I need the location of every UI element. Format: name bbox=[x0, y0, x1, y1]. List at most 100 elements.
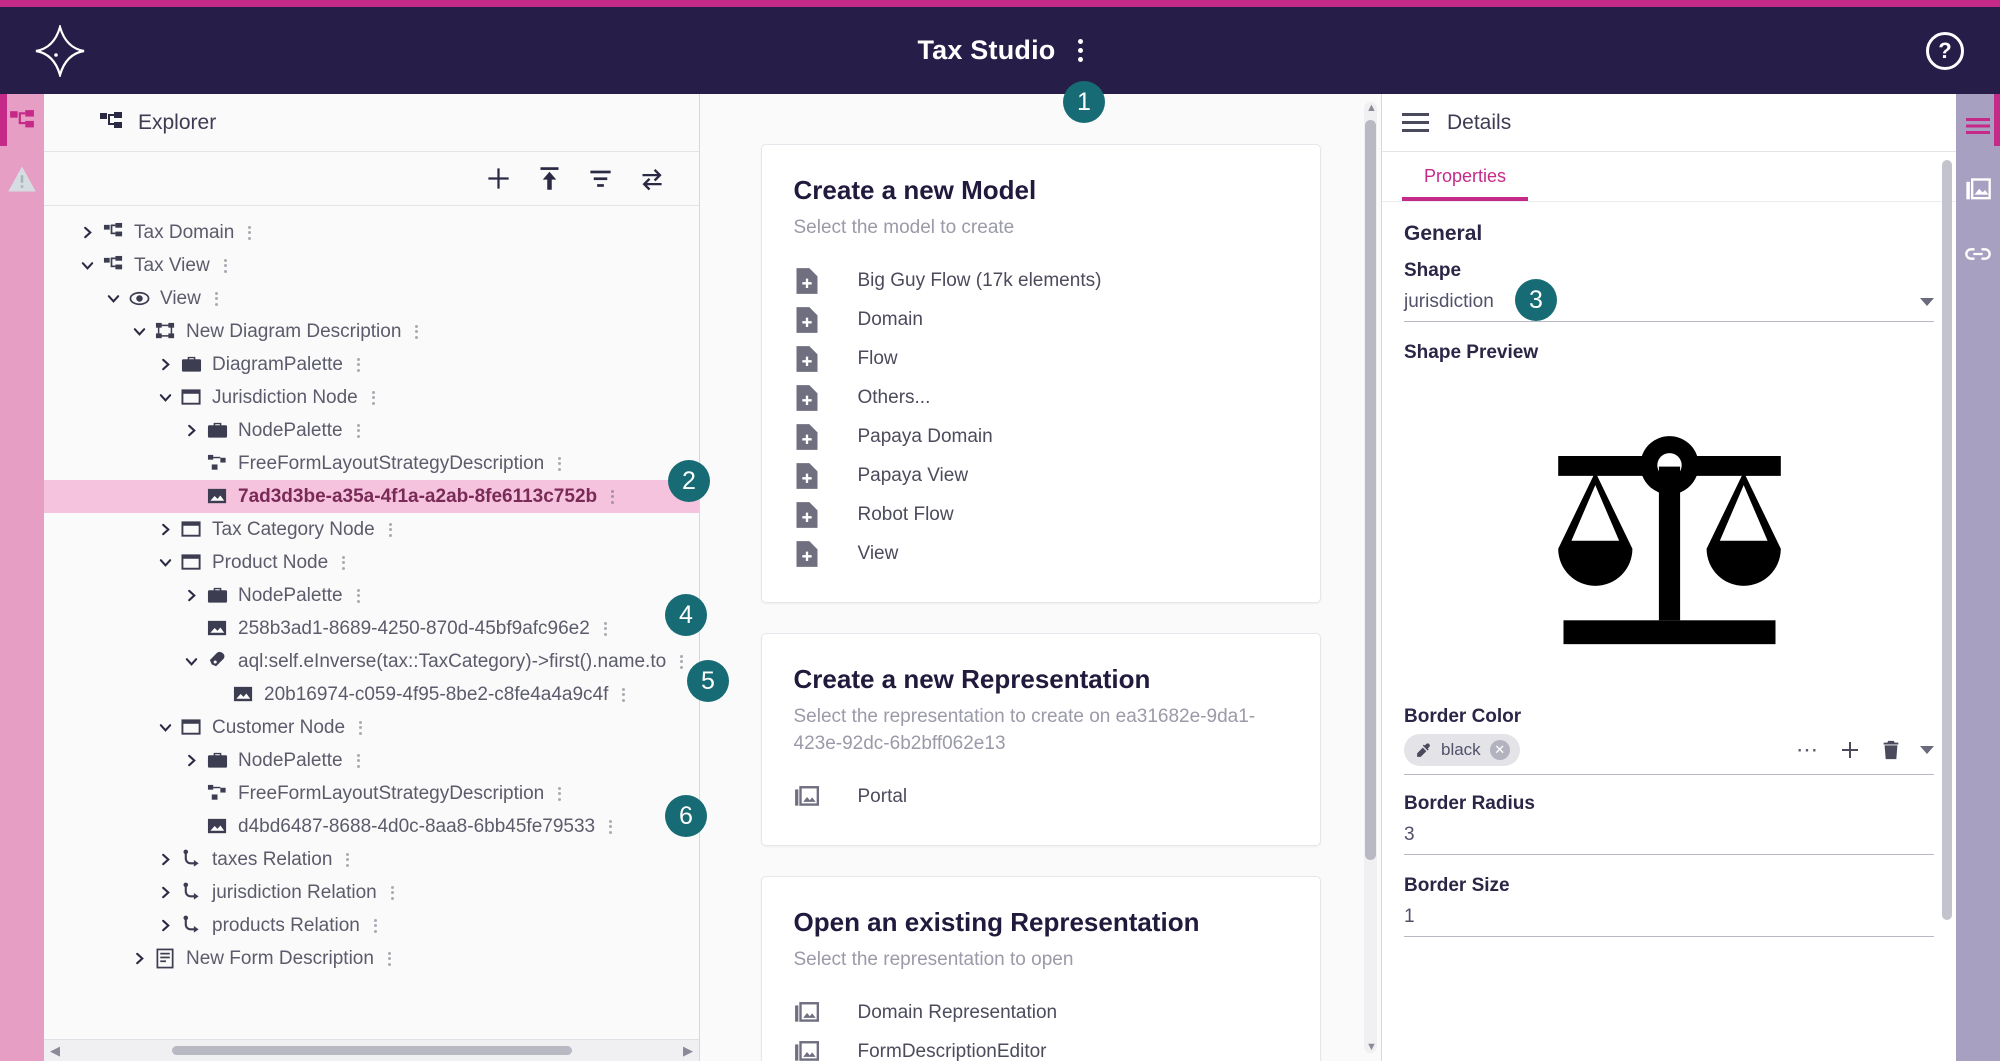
app-logo[interactable] bbox=[0, 24, 120, 77]
card-option[interactable]: Papaya View bbox=[794, 457, 1288, 496]
tree-row[interactable]: 20b16974-c059-4f95-8be2-c8fe4a4a9c4f bbox=[44, 678, 699, 711]
chevron-down-icon[interactable] bbox=[1920, 746, 1934, 754]
tree-row-menu-icon[interactable] bbox=[622, 687, 626, 702]
tree-row-menu-icon[interactable] bbox=[371, 390, 375, 405]
new-object-button[interactable] bbox=[485, 165, 512, 192]
rail-item-related-elements[interactable] bbox=[1956, 222, 2000, 286]
tree-row[interactable]: aql:self.eInverse(tax::TaxCategory)->fir… bbox=[44, 645, 699, 678]
card-option[interactable]: Robot Flow bbox=[794, 496, 1288, 535]
card-option[interactable]: View bbox=[794, 535, 1288, 574]
help-button[interactable]: ? bbox=[1926, 31, 1964, 70]
tree-row-menu-icon[interactable] bbox=[356, 357, 360, 372]
tree-row[interactable]: DiagramPalette bbox=[44, 348, 699, 381]
tree-row[interactable]: FreeFormLayoutStrategyDescription bbox=[44, 777, 699, 810]
tree-row-menu-icon[interactable] bbox=[248, 225, 252, 240]
remove-color-icon[interactable]: ✕ bbox=[1489, 740, 1510, 760]
tree-row-menu-icon[interactable] bbox=[388, 522, 392, 537]
scroll-down-icon[interactable]: ▼ bbox=[1366, 1041, 1377, 1053]
tree-row[interactable]: Customer Node bbox=[44, 711, 699, 744]
details-vertical-scrollbar[interactable] bbox=[1941, 160, 1953, 1055]
tree-row[interactable]: jurisdiction Relation bbox=[44, 876, 699, 909]
tree-row[interactable]: Tax View bbox=[44, 249, 699, 282]
twisty-expanded-icon[interactable] bbox=[178, 654, 204, 669]
tree-row-menu-icon[interactable] bbox=[611, 489, 615, 504]
filter-button[interactable] bbox=[587, 165, 614, 192]
hamburger-icon[interactable] bbox=[1402, 113, 1429, 132]
tree-row[interactable]: FreeFormLayoutStrategyDescription bbox=[44, 447, 699, 480]
twisty-expanded-icon[interactable] bbox=[152, 555, 178, 570]
twisty-collapsed-icon[interactable] bbox=[178, 423, 204, 438]
card-option[interactable]: Big Guy Flow (17k elements) bbox=[794, 262, 1288, 301]
twisty-expanded-icon[interactable] bbox=[74, 258, 100, 273]
center-vertical-scrollbar[interactable]: ▲ ▼ bbox=[1364, 102, 1377, 1053]
tree-row[interactable]: d4bd6487-8688-4d0c-8aa8-6bb45fe79533 bbox=[44, 810, 699, 843]
tree-row-menu-icon[interactable] bbox=[373, 918, 377, 933]
tree-row[interactable]: products Relation bbox=[44, 909, 699, 942]
tree-row[interactable]: 7ad3d3be-a35a-4f1a-a2ab-8fe6113c752b bbox=[44, 480, 699, 513]
more-options-icon[interactable]: ⋯ bbox=[1796, 739, 1820, 761]
twisty-expanded-icon[interactable] bbox=[100, 291, 126, 306]
twisty-expanded-icon[interactable] bbox=[152, 720, 178, 735]
tree-row[interactable]: NodePalette bbox=[44, 414, 699, 447]
tree-row[interactable]: Jurisdiction Node bbox=[44, 381, 699, 414]
card-option[interactable]: Papaya Domain bbox=[794, 418, 1288, 457]
tab-properties[interactable]: Properties bbox=[1402, 152, 1529, 201]
twisty-collapsed-icon[interactable] bbox=[152, 885, 178, 900]
add-color-icon[interactable] bbox=[1838, 738, 1862, 762]
upload-button[interactable] bbox=[536, 165, 563, 192]
tree-row[interactable]: Tax Domain bbox=[44, 216, 699, 249]
scroll-thumb[interactable] bbox=[171, 1046, 572, 1055]
scroll-thumb[interactable] bbox=[1942, 160, 1952, 920]
tree-row-menu-icon[interactable] bbox=[356, 753, 360, 768]
shape-select[interactable]: jurisdiction bbox=[1404, 288, 1934, 322]
twisty-collapsed-icon[interactable] bbox=[152, 852, 178, 867]
tree-row-menu-icon[interactable] bbox=[359, 720, 363, 735]
explorer-tree[interactable]: Tax Domain Tax View View New Diagram Descri… bbox=[44, 206, 699, 1061]
rail-item-representations[interactable] bbox=[1956, 158, 2000, 222]
scroll-thumb[interactable] bbox=[1365, 120, 1376, 860]
tree-row[interactable]: View bbox=[44, 282, 699, 315]
tree-row-menu-icon[interactable] bbox=[214, 291, 218, 306]
tree-row[interactable]: NodePalette bbox=[44, 579, 699, 612]
synchronize-button[interactable] bbox=[638, 165, 665, 192]
tree-row-menu-icon[interactable] bbox=[356, 423, 360, 438]
card-option[interactable]: Flow bbox=[794, 340, 1288, 379]
border-radius-input[interactable]: 3 bbox=[1404, 821, 1934, 855]
scroll-up-icon[interactable]: ▲ bbox=[1366, 102, 1377, 114]
tree-row-menu-icon[interactable] bbox=[680, 654, 684, 669]
tree-row[interactable]: Product Node bbox=[44, 546, 699, 579]
tree-row[interactable]: taxes Relation bbox=[44, 843, 699, 876]
trash-icon[interactable] bbox=[1880, 739, 1902, 761]
twisty-collapsed-icon[interactable] bbox=[152, 918, 178, 933]
scroll-left-icon[interactable]: ◀ bbox=[50, 1043, 60, 1059]
card-option[interactable]: Others... bbox=[794, 379, 1288, 418]
twisty-expanded-icon[interactable] bbox=[126, 324, 152, 339]
twisty-expanded-icon[interactable] bbox=[152, 390, 178, 405]
twisty-collapsed-icon[interactable] bbox=[178, 753, 204, 768]
twisty-collapsed-icon[interactable] bbox=[126, 951, 152, 966]
tree-row-menu-icon[interactable] bbox=[609, 819, 613, 834]
tree-row[interactable]: NodePalette bbox=[44, 744, 699, 777]
tree-row[interactable]: 258b3ad1-8689-4250-870d-45bf9afc96e2 bbox=[44, 612, 699, 645]
card-option[interactable]: FormDescriptionEditor bbox=[794, 1032, 1288, 1061]
tree-row-menu-icon[interactable] bbox=[346, 852, 350, 867]
card-option[interactable]: Domain bbox=[794, 301, 1288, 340]
tree-row-menu-icon[interactable] bbox=[356, 588, 360, 603]
tree-row[interactable]: New Diagram Description bbox=[44, 315, 699, 348]
tree-row[interactable]: New Form Description bbox=[44, 942, 699, 975]
tree-row-menu-icon[interactable] bbox=[558, 456, 562, 471]
card-option[interactable]: Portal bbox=[794, 778, 1288, 817]
card-option[interactable]: Domain Representation bbox=[794, 993, 1288, 1032]
tree-row-menu-icon[interactable] bbox=[415, 324, 419, 339]
tree-row-menu-icon[interactable] bbox=[342, 555, 346, 570]
tree-row-menu-icon[interactable] bbox=[387, 951, 391, 966]
tree-row-menu-icon[interactable] bbox=[223, 258, 227, 273]
border-size-input[interactable]: 1 bbox=[1404, 903, 1934, 937]
tree-row[interactable]: Tax Category Node bbox=[44, 513, 699, 546]
tree-row-menu-icon[interactable] bbox=[603, 621, 607, 636]
header-kebab-menu-icon[interactable] bbox=[1077, 39, 1083, 62]
tree-row-menu-icon[interactable] bbox=[390, 885, 394, 900]
tree-row-menu-icon[interactable] bbox=[558, 786, 562, 801]
twisty-collapsed-icon[interactable] bbox=[74, 225, 100, 240]
twisty-collapsed-icon[interactable] bbox=[152, 357, 178, 372]
